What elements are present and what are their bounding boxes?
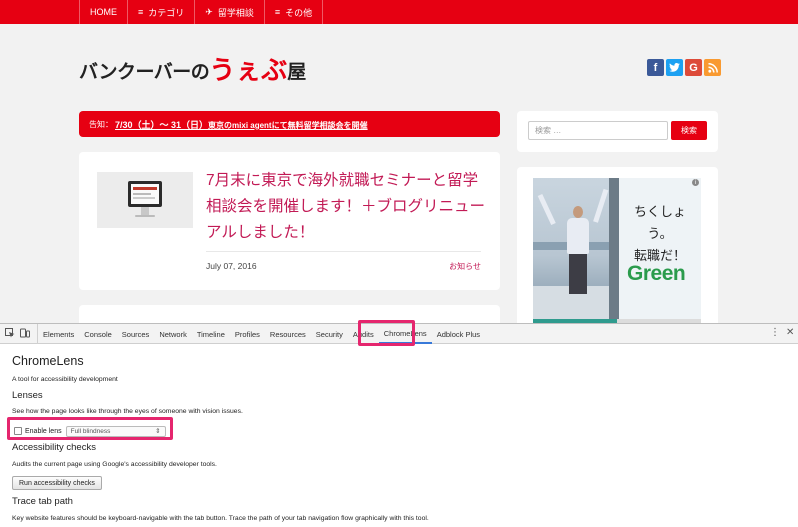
rss-icon[interactable] (704, 59, 721, 76)
logo-text-2: うぇぶ (209, 56, 288, 86)
search-button[interactable]: 検索 (671, 121, 707, 140)
post-title[interactable]: 7月末に東京で海外就職セミナーと留学相談会を開催します！＋ブログリニューアルしま… (206, 168, 491, 246)
tab-elements[interactable]: Elements (38, 324, 79, 344)
airplane-icon: ✈ (205, 6, 213, 17)
search-widget: 検索 … 検索 (517, 111, 718, 152)
select-arrows-icon: ⇕ (155, 428, 161, 435)
trace-heading: Trace tab path (12, 496, 73, 507)
nav-item-other-label: その他 (285, 7, 313, 18)
google-plus-icon[interactable]: G (685, 59, 702, 76)
post-divider (206, 251, 481, 252)
announcement-link[interactable]: 7/30（土）〜 31（日）東京のmixi agentにて無料留学相談会を開催 (115, 118, 368, 131)
devtools-tab-bar: Elements Console Sources Network Timelin… (0, 324, 798, 344)
nav-item-home-label: HOME (90, 7, 117, 17)
twitter-icon[interactable] (666, 59, 683, 76)
top-navigation: HOME ≡ カテゴリ ✈ 留学相談 ≡ その他 (0, 0, 798, 24)
announcement-bar: 告知： 7/30（土）〜 31（日）東京のmixi agentにて無料留学相談会… (79, 111, 500, 137)
lens-type-select[interactable]: Full blindness ⇕ (65, 425, 166, 437)
ad-info-icon[interactable]: i (692, 179, 699, 186)
post-card: 7月末に東京で海外就職セミナーと留学相談会を開催します！＋ブログリニューアルしま… (79, 152, 500, 290)
lenses-heading: Lenses (12, 390, 43, 401)
tab-timeline[interactable]: Timeline (192, 324, 230, 344)
ad-copy-line1: ちくしょう。 (633, 205, 686, 242)
nav-items: HOME ≡ カテゴリ ✈ 留学相談 ≡ その他 (79, 0, 324, 24)
ad-brand-g: G (627, 262, 643, 285)
panel-subtitle: A tool for accessibility development (12, 376, 118, 383)
enable-lens-checkbox[interactable] (14, 427, 22, 435)
panel-title: ChromeLens (12, 354, 84, 368)
tab-audits[interactable]: Audits (348, 324, 379, 344)
devtools-tabs: Elements Console Sources Network Timelin… (37, 324, 485, 344)
facebook-icon[interactable]: f (647, 59, 664, 76)
nav-item-home[interactable]: HOME (79, 0, 127, 24)
nav-item-consultation-label: 留学相談 (217, 7, 254, 18)
run-accessibility-checks-button[interactable]: Run accessibility checks (12, 476, 102, 490)
lens-select-value: Full blindness (70, 427, 111, 435)
nav-item-other[interactable]: ≡ その他 (263, 0, 324, 24)
enable-lens-label: Enable lens (25, 427, 62, 435)
tab-adblock-plus[interactable]: Adblock Plus (432, 324, 485, 344)
tab-chromelens[interactable]: ChromeLens (378, 324, 432, 344)
ad-widget: ちくしょう。 転職だ！ Green i (517, 167, 718, 323)
tab-console[interactable]: Console (79, 324, 117, 344)
tab-profiles[interactable]: Profiles (230, 324, 265, 344)
announcement-link-date: 7/30（土）〜 31（日） (115, 119, 209, 130)
menu-icon: ≡ (138, 7, 144, 17)
lenses-description: See how the page looks like through the … (12, 408, 243, 415)
menu-icon: ≡ (274, 7, 281, 17)
search-input[interactable]: 検索 … (528, 121, 668, 140)
monitor-icon (128, 181, 162, 207)
close-devtools-icon[interactable]: ✕ (786, 327, 794, 338)
post-thumbnail[interactable] (97, 172, 193, 228)
checks-description: Audits the current page using Google's a… (12, 461, 217, 468)
post-category[interactable]: お知らせ (449, 261, 481, 272)
tab-security[interactable]: Security (311, 324, 348, 344)
inspect-element-icon[interactable] (4, 327, 16, 339)
logo-text-3: 屋 (287, 61, 307, 83)
more-options-icon[interactable]: ⋮ (770, 327, 780, 338)
nav-item-consultation[interactable]: ✈ 留学相談 (194, 0, 264, 24)
device-mode-icon[interactable] (19, 327, 31, 339)
post-date: July 07, 2016 (206, 261, 257, 271)
post-card-next (79, 305, 500, 323)
website-viewport: HOME ≡ カテゴリ ✈ 留学相談 ≡ その他 バンクーバーの うぇぶ 屋 f… (0, 0, 798, 323)
nav-item-category[interactable]: ≡ カテゴリ (127, 0, 194, 24)
enable-lens-row: Enable lens Full blindness ⇕ (14, 424, 166, 438)
ad-brand: Green (627, 262, 686, 286)
announcement-label: 告知： (89, 119, 113, 129)
ad-banner[interactable]: ちくしょう。 転職だ！ Green i (533, 178, 701, 319)
ad-brand-rest: reen (642, 262, 686, 285)
ad-copy: ちくしょう。 転職だ！ (623, 202, 697, 268)
tab-sources[interactable]: Sources (117, 324, 155, 344)
devtools-panel: Elements Console Sources Network Timelin… (0, 320, 798, 527)
announcement-link-text: 東京のmixi agentにて無料留学相談会を開催 (208, 120, 368, 130)
logo-text-1: バンクーバーの (79, 61, 210, 83)
trace-description: Key website features should be keyboard-… (12, 515, 429, 522)
nav-item-category-label: カテゴリ (148, 7, 185, 18)
tab-network[interactable]: Network (154, 324, 192, 344)
tab-resources[interactable]: Resources (265, 324, 311, 344)
site-logo[interactable]: バンクーバーの うぇぶ 屋 (79, 54, 306, 84)
social-links: f G (647, 59, 721, 76)
checks-heading: Accessibility checks (12, 442, 96, 453)
